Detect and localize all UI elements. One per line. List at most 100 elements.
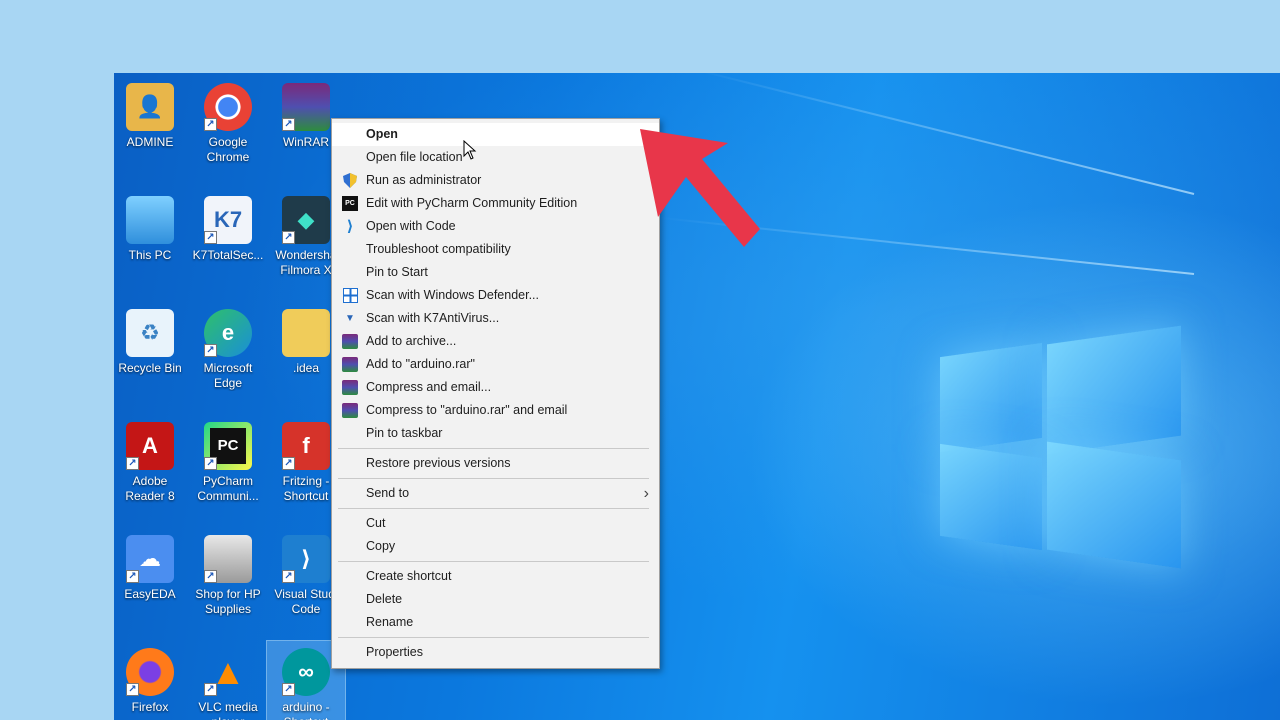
menu-item-copy[interactable]: Copy	[332, 535, 659, 558]
shortcut-arrow-icon: ↗	[126, 683, 139, 696]
k7-icon: ▼	[345, 313, 355, 324]
menu-separator	[338, 478, 649, 479]
shortcut-arrow-icon: ↗	[204, 683, 217, 696]
menu-item-restore-previous-versions[interactable]: Restore previous versions	[332, 452, 659, 475]
uac-shield-icon	[342, 173, 358, 188]
menu-item-scan-k7antivirus[interactable]: ▼ Scan with K7AntiVirus...	[332, 307, 659, 330]
desktop-icon-adobe-reader[interactable]: A ↗ Adobe Reader 8	[114, 422, 189, 504]
annotation-arrow-icon	[640, 129, 760, 247]
windows-logo-pane	[940, 443, 1042, 551]
recycle-bin-icon: ♻	[126, 309, 174, 357]
menu-item-delete[interactable]: Delete	[332, 588, 659, 611]
hp-printer-icon: ↗	[204, 535, 252, 583]
desktop-icon-edge[interactable]: e ↗ Microsoft Edge	[189, 309, 267, 391]
menu-separator	[338, 508, 649, 509]
icon-label: Shop for HP Supplies	[195, 587, 261, 616]
icon-label: This PC	[128, 248, 172, 262]
arduino-icon: ∞ ↗	[282, 648, 330, 696]
desktop-icon-easyeda[interactable]: ☁ ↗ EasyEDA	[114, 535, 189, 602]
firefox-icon: ↗	[126, 648, 174, 696]
shortcut-arrow-icon: ↗	[204, 570, 217, 583]
icon-label: arduino - Shortcut	[282, 700, 330, 720]
icon-label: Adobe Reader 8	[125, 474, 175, 503]
shortcut-arrow-icon: ↗	[282, 457, 295, 470]
desktop-icon-k7[interactable]: K7 ↗ K7TotalSec...	[189, 196, 267, 263]
shortcut-arrow-icon: ↗	[282, 118, 295, 131]
winrar-icon	[342, 380, 358, 395]
easyeda-icon: ☁ ↗	[126, 535, 174, 583]
winrar-icon	[342, 357, 358, 372]
winrar-icon	[342, 403, 358, 418]
icon-label: K7TotalSec...	[192, 248, 264, 262]
menu-item-open-with-code[interactable]: ⟩ Open with Code	[332, 215, 659, 238]
menu-separator	[338, 561, 649, 562]
menu-separator	[338, 637, 649, 638]
menu-item-run-as-administrator[interactable]: Run as administrator	[332, 169, 659, 192]
desktop-icon-pycharm[interactable]: PC ↗ PyCharm Communi...	[189, 422, 267, 504]
shortcut-arrow-icon: ↗	[204, 118, 217, 131]
computer-icon	[126, 196, 174, 244]
user-folder-icon: 👤	[126, 83, 174, 131]
menu-item-create-shortcut[interactable]: Create shortcut	[332, 565, 659, 588]
k7-icon: K7 ↗	[204, 196, 252, 244]
shortcut-arrow-icon: ↗	[126, 570, 139, 583]
vscode-icon: ⟩	[346, 218, 354, 235]
windows-logo-pane	[940, 342, 1042, 453]
menu-item-compress-and-email[interactable]: Compress and email...	[332, 376, 659, 399]
mouse-cursor-icon	[463, 140, 477, 160]
menu-item-add-to-archive[interactable]: Add to archive...	[332, 330, 659, 353]
menu-item-add-to-arduino-rar[interactable]: Add to "arduino.rar"	[332, 353, 659, 376]
icon-label: Recycle Bin	[118, 361, 182, 375]
menu-item-open[interactable]: Open	[332, 123, 659, 146]
icon-label: EasyEDA	[124, 587, 176, 601]
fritzing-icon: f ↗	[282, 422, 330, 470]
desktop-icon-recycle-bin[interactable]: ♻ Recycle Bin	[114, 309, 189, 376]
filmora-icon: ◆ ↗	[282, 196, 330, 244]
desktop-icon-firefox[interactable]: ↗ Firefox	[114, 648, 189, 715]
context-menu: Open Open file location Run as administr…	[331, 118, 660, 669]
menu-item-rename[interactable]: Rename	[332, 611, 659, 634]
pycharm-icon: PC	[342, 196, 358, 211]
folder-icon	[282, 309, 330, 357]
windows-logo-pane	[1047, 325, 1181, 455]
menu-item-pin-to-start[interactable]: Pin to Start	[332, 261, 659, 284]
adobe-reader-icon: A ↗	[126, 422, 174, 470]
menu-item-send-to[interactable]: Send to ›	[332, 482, 659, 505]
desktop-icon-admine[interactable]: 👤 ADMINE	[114, 83, 189, 150]
desktop-icon-this-pc[interactable]: This PC	[114, 196, 189, 263]
shortcut-arrow-icon: ↗	[282, 683, 295, 696]
winrar-icon: ↗	[282, 83, 330, 131]
pycharm-icon: PC ↗	[204, 422, 252, 470]
menu-item-properties[interactable]: Properties	[332, 641, 659, 664]
defender-icon	[342, 288, 358, 303]
icon-label: VLC media player	[198, 700, 258, 720]
icon-label: Google Chrome	[206, 135, 250, 164]
shortcut-arrow-icon: ↗	[204, 457, 217, 470]
shortcut-arrow-icon: ↗	[282, 231, 295, 244]
edge-icon: e ↗	[204, 309, 252, 357]
chevron-right-icon: ›	[643, 485, 649, 502]
shortcut-arrow-icon: ↗	[126, 457, 139, 470]
menu-item-scan-windows-defender[interactable]: Scan with Windows Defender...	[332, 284, 659, 307]
desktop-icon-hp-supplies[interactable]: ↗ Shop for HP Supplies	[189, 535, 267, 617]
menu-item-edit-with-pycharm[interactable]: PC Edit with PyCharm Community Edition	[332, 192, 659, 215]
icon-label: Firefox	[131, 700, 169, 714]
shortcut-arrow-icon: ↗	[204, 231, 217, 244]
windows-logo-pane	[1047, 441, 1181, 569]
menu-item-troubleshoot-compatibility[interactable]: Troubleshoot compatibility	[332, 238, 659, 261]
desktop-icon-chrome[interactable]: ↗ Google Chrome	[189, 83, 267, 165]
menu-item-compress-to-rar-and-email[interactable]: Compress to "arduino.rar" and email	[332, 399, 659, 422]
vlc-icon: ▲ ↗	[204, 648, 252, 696]
menu-item-cut[interactable]: Cut	[332, 512, 659, 535]
icon-label: PyCharm Communi...	[197, 474, 259, 503]
shortcut-arrow-icon: ↗	[204, 344, 217, 357]
icon-label: ADMINE	[126, 135, 174, 149]
menu-separator	[338, 448, 649, 449]
winrar-icon	[342, 334, 358, 349]
icon-label: Microsoft Edge	[203, 361, 253, 390]
shortcut-arrow-icon: ↗	[282, 570, 295, 583]
desktop-icon-vlc[interactable]: ▲↗ VLC media player	[189, 648, 267, 720]
chrome-icon: ↗	[204, 83, 252, 131]
menu-item-open-file-location[interactable]: Open file location	[332, 146, 659, 169]
menu-item-pin-to-taskbar[interactable]: Pin to taskbar	[332, 422, 659, 445]
